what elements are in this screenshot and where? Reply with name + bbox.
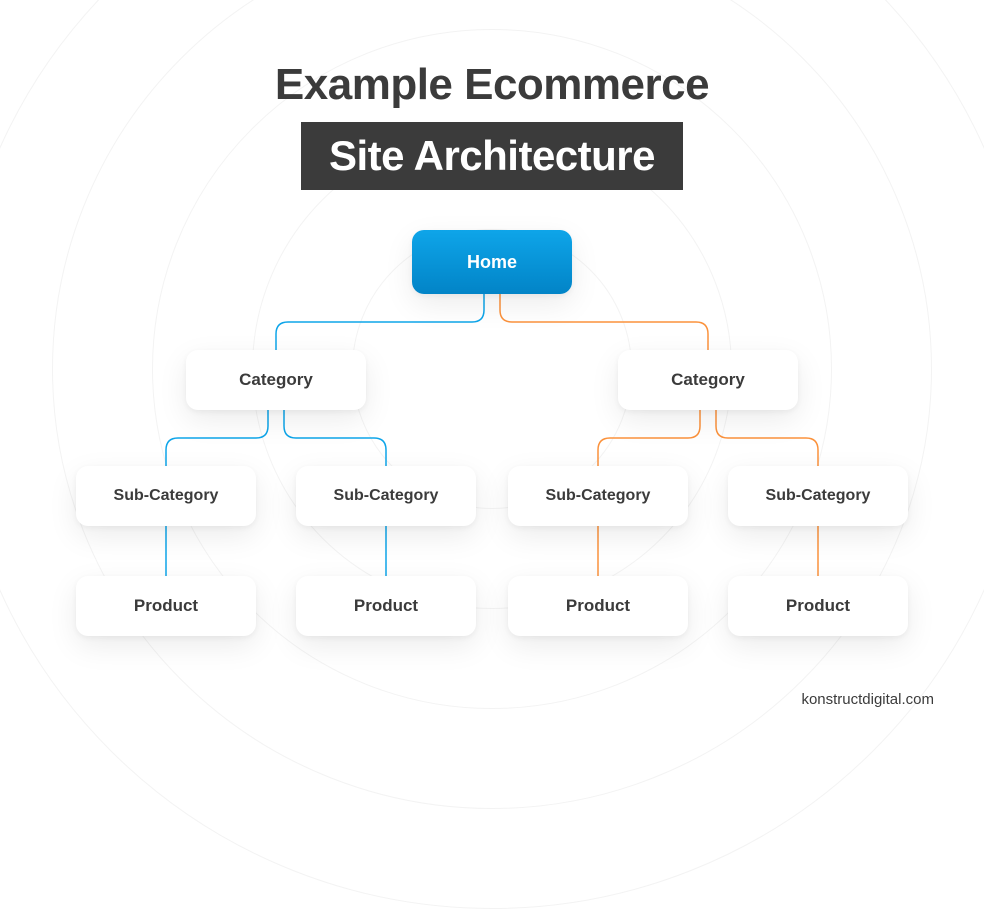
title-line-2-box: Site Architecture bbox=[301, 122, 683, 190]
title-line-1: Example Ecommerce bbox=[0, 60, 984, 110]
node-product-1: Product bbox=[76, 576, 256, 636]
title-line-2: Site Architecture bbox=[329, 132, 655, 179]
node-subcategory-4-label: Sub-Category bbox=[766, 487, 871, 505]
node-subcategory-2: Sub-Category bbox=[296, 466, 476, 526]
node-product-4: Product bbox=[728, 576, 908, 636]
node-product-3: Product bbox=[508, 576, 688, 636]
node-category-right: Category bbox=[618, 350, 798, 410]
node-home-label: Home bbox=[467, 252, 517, 273]
heading: Example Ecommerce Site Architecture bbox=[0, 0, 984, 190]
node-home: Home bbox=[412, 230, 572, 294]
node-product-2-label: Product bbox=[354, 596, 418, 616]
node-subcategory-4: Sub-Category bbox=[728, 466, 908, 526]
node-subcategory-1-label: Sub-Category bbox=[114, 487, 219, 505]
node-product-2: Product bbox=[296, 576, 476, 636]
node-product-3-label: Product bbox=[566, 596, 630, 616]
node-subcategory-3-label: Sub-Category bbox=[546, 487, 651, 505]
node-product-1-label: Product bbox=[134, 596, 198, 616]
attribution-text: konstructdigital.com bbox=[801, 691, 934, 708]
node-category-right-label: Category bbox=[671, 370, 745, 390]
node-category-left-label: Category bbox=[239, 370, 313, 390]
node-subcategory-3: Sub-Category bbox=[508, 466, 688, 526]
node-subcategory-2-label: Sub-Category bbox=[334, 487, 439, 505]
node-product-4-label: Product bbox=[786, 596, 850, 616]
node-subcategory-1: Sub-Category bbox=[76, 466, 256, 526]
node-category-left: Category bbox=[186, 350, 366, 410]
